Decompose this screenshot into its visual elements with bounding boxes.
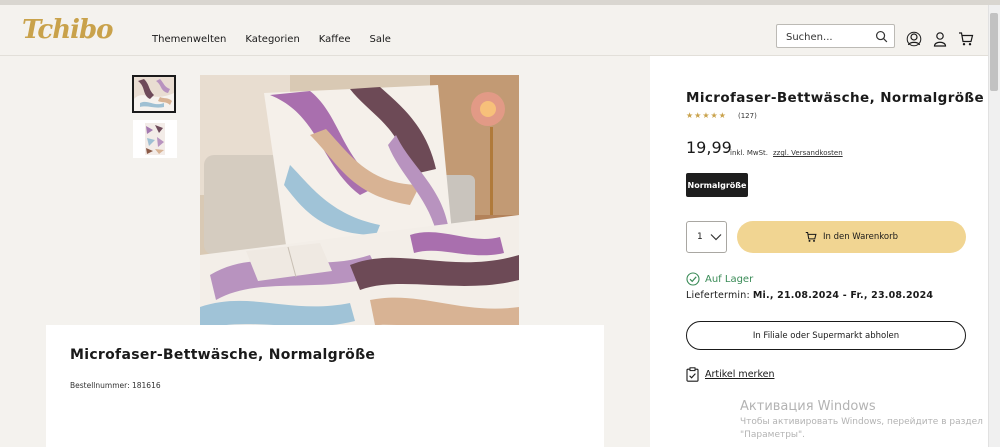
stock-status: Auf Lager (686, 272, 753, 286)
windows-activation-watermark: Активация Windows Чтобы активировать Win… (740, 399, 983, 442)
scrollbar-thumb[interactable] (990, 13, 998, 91)
price: 19,99 (686, 138, 732, 157)
size-option-normalgroesse[interactable]: Normalgröße (686, 173, 748, 197)
clipboard-check-icon (686, 367, 699, 382)
nav-item-kategorien[interactable]: Kategorien (245, 34, 299, 45)
user-icon[interactable] (932, 31, 948, 47)
search-input[interactable] (777, 26, 867, 49)
delivery-label: Liefertermin: (686, 290, 750, 301)
shipping-cost-link[interactable]: zzgl. Versandkosten (773, 149, 843, 157)
search-icon[interactable] (875, 30, 888, 43)
main-product-image[interactable] (200, 75, 519, 346)
site-header: Tchibo Themenwelten Kategorien Kaffee Sa… (0, 5, 988, 56)
cart-icon (805, 231, 817, 242)
details-title: Microfaser-Bettwäsche, Normalgröße (70, 347, 376, 363)
watermark-title: Активация Windows (740, 399, 876, 414)
product-details-card: Microfaser-Bettwäsche, Normalgröße Beste… (46, 325, 604, 447)
wishlist-link[interactable]: Artikel merken (686, 367, 774, 382)
order-number: Bestellnummer: 181616 (70, 381, 161, 390)
cart-icon[interactable] (958, 31, 974, 47)
thumbnail-1-image (134, 77, 174, 111)
add-to-cart-label: In den Warenkorb (822, 232, 898, 242)
product-buy-panel: Microfaser-Bettwäsche, Normalgröße ★★★★★… (650, 56, 988, 447)
thumbnail-2-image (133, 120, 177, 158)
thumbnail-1[interactable] (132, 75, 176, 113)
account-switch-icon[interactable] (906, 31, 922, 47)
watermark-text-1: Чтобы активировать Windows, перейдите в … (740, 417, 983, 427)
check-circle-icon (686, 272, 700, 286)
thumbnail-2[interactable] (133, 120, 177, 158)
delivery-dates: Mi., 21.08.2024 - Fr., 23.08.2024 (752, 290, 934, 301)
wishlist-label: Artikel merken (705, 369, 775, 380)
tchibo-logo[interactable]: Tchibo (22, 14, 122, 46)
nav-item-kaffee[interactable]: Kaffee (319, 34, 351, 45)
watermark-text-2: "Параметры". (740, 430, 806, 440)
stock-status-label: Auf Lager (705, 273, 754, 285)
main-nav: Themenwelten Kategorien Kaffee Sale (152, 34, 410, 45)
logo-text: Tchibo (22, 15, 113, 45)
search-box[interactable] (776, 24, 895, 49)
vat-note: inkl. MwSt. (730, 149, 769, 157)
review-count[interactable]: (127) (738, 112, 757, 120)
delivery-info: Liefertermin: Mi., 21.08.2024 - Fr., 23.0… (686, 290, 933, 301)
add-to-cart-button[interactable]: In den Warenkorb (737, 221, 966, 253)
quantity-value: 1 (697, 232, 703, 242)
quantity-select[interactable]: 1 (686, 221, 727, 253)
nav-item-themenwelten[interactable]: Themenwelten (152, 34, 226, 45)
nav-item-sale[interactable]: Sale (370, 34, 391, 45)
product-title: Microfaser-Bettwäsche, Normalgröße (686, 90, 985, 106)
page-scrollbar[interactable] (988, 5, 1000, 447)
bedding-photo (200, 75, 519, 346)
chevron-down-icon (710, 234, 722, 241)
store-pickup-button[interactable]: In Filiale oder Supermarkt abholen (686, 321, 966, 350)
rating-stars[interactable]: ★★★★★ (686, 111, 727, 120)
